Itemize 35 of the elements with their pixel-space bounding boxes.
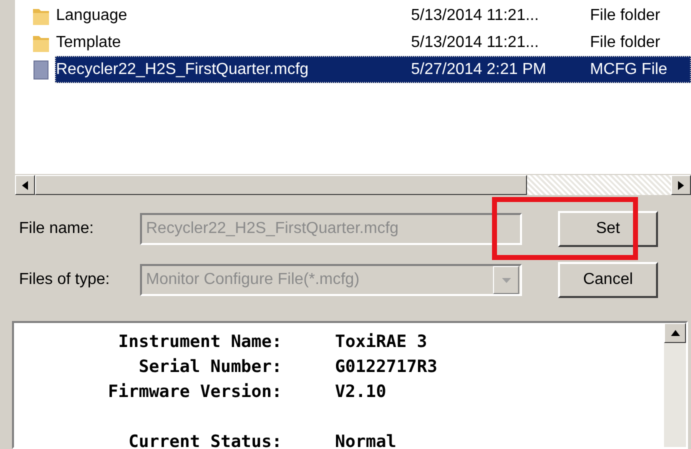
info-label: Firmware Version: <box>107 382 282 402</box>
file-row[interactable]: Template 5/13/2014 11:21... File folder <box>55 29 691 56</box>
field-label: File name: <box>18 220 95 238</box>
dropdown-arrow-icon <box>502 278 510 282</box>
info-value: G0122717R3 <box>335 356 438 376</box>
info-label: Instrument Name: <box>117 332 282 352</box>
file-name: Recycler22_H2S_FirstQuarter.mcfg <box>56 60 310 78</box>
date-modified: 5/27/2014 2:21 PM <box>411 60 548 78</box>
scroll-up-button[interactable] <box>664 323 686 343</box>
file-name: Language <box>56 6 128 24</box>
info-value: Normal <box>335 432 396 449</box>
field-label: Files of type: <box>18 271 111 289</box>
vertical-scrollbar[interactable] <box>664 323 686 447</box>
cancel-button[interactable]: Cancel <box>558 262 658 298</box>
set-button[interactable]: Set <box>558 211 658 247</box>
left-arrow-icon <box>22 180 28 190</box>
file-type: MCFG File <box>590 60 668 78</box>
right-arrow-icon <box>678 180 684 190</box>
scroll-right-button[interactable] <box>671 175 691 195</box>
info-label: Serial Number: <box>138 356 282 376</box>
info-value: V2.10 <box>335 382 386 402</box>
horizontal-scrollbar[interactable] <box>15 175 691 195</box>
file-type: File folder <box>590 6 660 24</box>
scroll-left-button[interactable] <box>15 175 35 195</box>
file-name: Template <box>56 34 122 52</box>
file-type: File folder <box>590 34 660 52</box>
date-modified: 5/13/2014 11:21... <box>411 34 540 52</box>
file-row[interactable]: Recycler22_H2S_FirstQuarter.mcfg 5/27/2014 2:21 PM MCFG File <box>55 56 691 83</box>
info-value: ToxiRAE 3 <box>335 332 428 352</box>
up-arrow-icon <box>670 330 680 336</box>
file-row[interactable]: Language 5/13/2014 11:21... File folder <box>55 2 691 29</box>
scroll-thumb[interactable] <box>35 175 527 195</box>
file-icon <box>32 60 50 80</box>
date-modified: 5/13/2014 11:21... <box>411 6 540 24</box>
info-label: Current Status: <box>127 432 282 449</box>
